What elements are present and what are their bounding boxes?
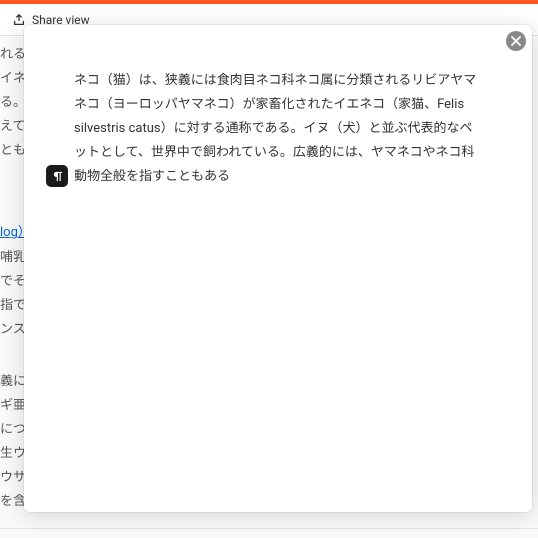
paragraph-icon xyxy=(52,171,63,182)
modal-text: ネコ（猫）は、狭義には食肉目ネコ科ネコ属に分類されるリビアヤマネコ（ヨーロッパヤ… xyxy=(74,69,482,189)
modal-panel: ネコ（猫）は、狭義には食肉目ネコ科ネコ属に分類されるリビアヤマネコ（ヨーロッパヤ… xyxy=(24,25,532,512)
modal-content: ネコ（猫）は、狭義には食肉目ネコ科ネコ属に分類されるリビアヤマネコ（ヨーロッパヤ… xyxy=(24,25,532,219)
bg-footer-divider xyxy=(0,528,538,538)
close-icon xyxy=(511,36,521,46)
close-button[interactable] xyxy=(506,31,526,51)
paragraph-button[interactable] xyxy=(46,165,68,187)
